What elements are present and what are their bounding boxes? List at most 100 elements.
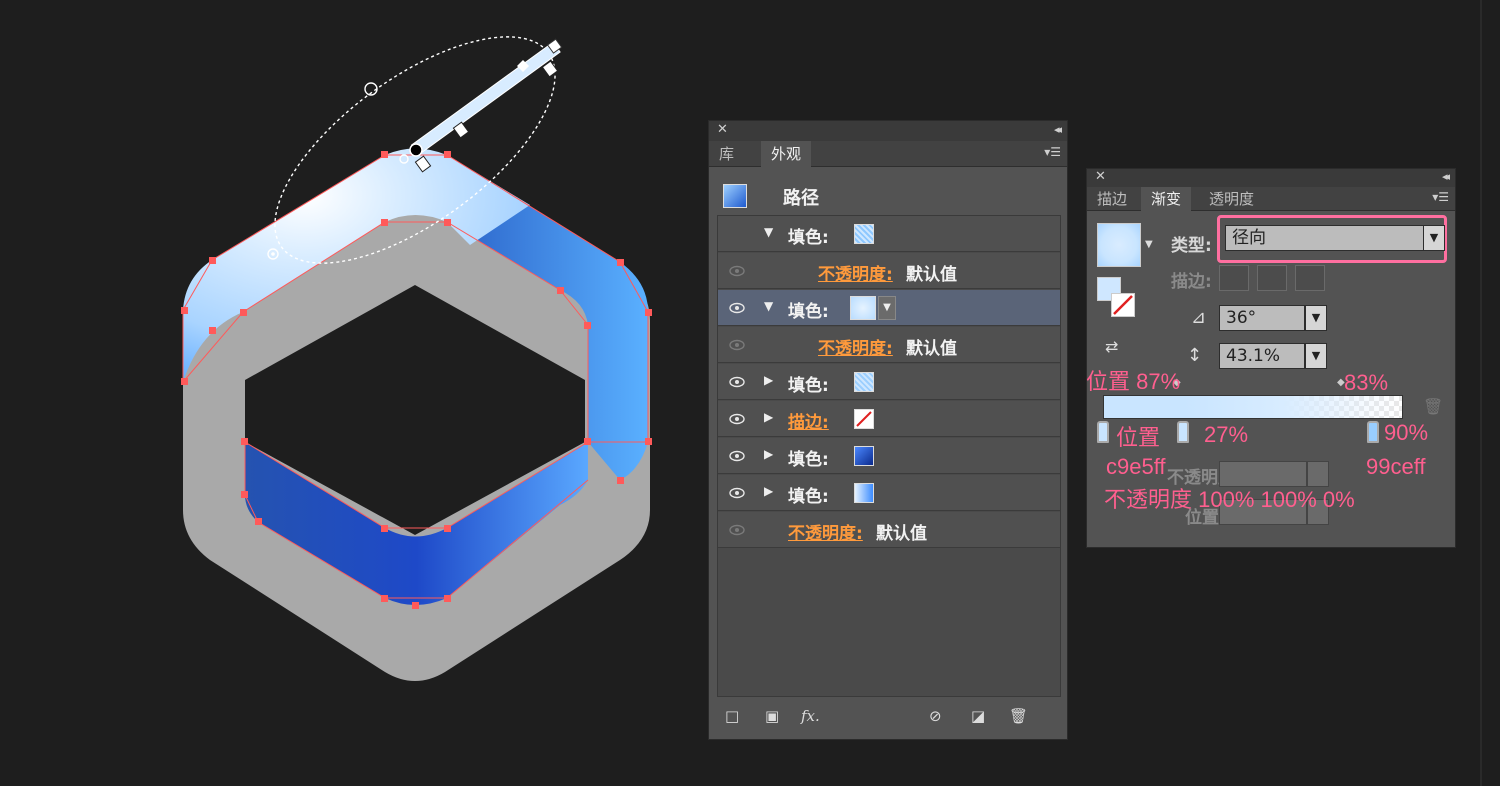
delete-stop-icon[interactable]: 🗑 [1423,397,1443,416]
fill-swatch[interactable] [850,296,876,320]
expand-triangle-icon[interactable]: ▶ [764,373,773,387]
angle-icon: ⊿ [1191,307,1207,328]
visibility-eye-icon[interactable] [728,410,746,428]
fill-dropdown-icon[interactable]: ▼ [878,296,896,320]
no-stroke-icon [1113,295,1133,315]
fill-swatch[interactable] [854,372,874,392]
stroke-none-swatch[interactable] [854,409,874,429]
gradient-stop-1[interactable] [1097,421,1109,443]
visibility-eye-icon[interactable] [728,484,746,502]
window-edge-divider [1480,0,1482,786]
visibility-eye-icon[interactable] [728,447,746,465]
reverse-gradient-icon[interactable]: ⇄ [1105,337,1118,356]
add-stroke-icon[interactable]: □ [725,707,739,725]
collapse-triangle-icon[interactable]: ▼ [764,225,773,239]
expand-triangle-icon[interactable]: ▶ [764,410,773,424]
fill-label: 填色: [788,487,829,507]
collapse-icon[interactable]: ◂◂ [1054,123,1062,136]
tab-gradient[interactable]: 渐变 [1141,187,1192,211]
tab-appearance[interactable]: 外观 [761,141,812,167]
angle-input[interactable]: 36° [1219,305,1305,331]
panel-titlebar[interactable]: ✕ ◂◂ [1087,169,1455,187]
annotation-color-99ceff: 99ceff [1366,454,1426,479]
artboard-canvas[interactable] [0,0,700,786]
preview-dropdown-icon[interactable]: ▼ [1145,239,1153,250]
opacity-label[interactable]: 不透明度: [788,519,863,544]
appearance-row-fill-4[interactable]: ▶ 填色: [718,438,1060,474]
stroke-apply-along-button[interactable] [1257,265,1287,291]
type-label: 类型: [1171,236,1212,256]
stroke-apply-within-button[interactable] [1219,265,1249,291]
appearance-row-opacity-3[interactable]: 不透明度: 默认值 [718,512,1060,548]
appearance-row-fill-3[interactable]: ▶ 填色: [718,364,1060,400]
type-select[interactable]: 径向 [1225,225,1425,251]
annotation-90-percent: 90% [1384,420,1429,445]
panel-tabs: 库 外观 ▾☰ [709,141,1067,167]
opacity-value: 默认值 [906,265,957,285]
gradient-slider[interactable] [1103,395,1403,419]
panel-menu-icon[interactable]: ▾☰ [1044,145,1061,159]
visibility-eye-icon[interactable] [728,336,746,354]
stroke-label: 描边: [1171,272,1212,292]
appearance-panel: ✕ ◂◂ 库 外观 ▾☰ 路径 ▼ 填色: 不透明度: 默认值 ▼ 填色: ▼ [708,120,1068,740]
trash-icon[interactable]: 🗑 [1009,707,1028,725]
panel-menu-icon[interactable]: ▾☰ [1432,190,1449,204]
panel-titlebar[interactable]: ✕ ◂◂ [709,121,1067,141]
visibility-eye-icon[interactable] [728,299,746,317]
opacity-label[interactable]: 不透明度: [818,260,893,285]
appearance-row-fill-5[interactable]: ▶ 填色: [718,475,1060,511]
close-icon[interactable]: ✕ [717,122,728,137]
annotation-opacity-values: 不透明度 100% 100% 0% [1104,487,1355,512]
visibility-eye-icon[interactable] [728,262,746,280]
type-dropdown-icon[interactable]: ▼ [1423,225,1445,251]
ellipse-aspect-dot [271,252,275,256]
fill-label: 填色: [788,450,829,470]
aspect-ratio-input[interactable]: 43.1% [1219,343,1305,369]
appearance-row-stroke[interactable]: ▶ 描边: [718,401,1060,437]
panel-tabs: 描边 渐变 透明度 ▾☰ [1087,187,1455,211]
tab-library[interactable]: 库 [709,141,744,167]
expand-triangle-icon[interactable]: ▶ [764,484,773,498]
gradient-stop-3[interactable] [1367,421,1379,443]
annotation-position-87: 位置 87% [1086,369,1181,394]
appearance-bottom-toolbar: □ ▣ fx. ⊘ ◪ 🗑 [709,697,1067,739]
fill-swatch[interactable] [854,224,874,244]
stroke-apply-across-button[interactable] [1295,265,1325,291]
tab-transparency[interactable]: 透明度 [1199,187,1264,211]
fx-icon[interactable]: fx. [801,707,820,725]
fill-label: 填色: [788,302,829,322]
annotation-color-c9e5ff: c9e5ff [1106,454,1166,479]
appearance-row-opacity-2[interactable]: 不透明度: 默认值 [718,327,1060,363]
fill-label: 填色: [788,376,829,396]
expand-triangle-icon[interactable]: ▶ [764,447,773,461]
add-fill-icon[interactable]: ▣ [765,707,779,725]
appearance-row-fill-1[interactable]: ▼ 填色: [718,216,1060,252]
tab-stroke[interactable]: 描边 [1087,187,1137,211]
annotation-27-percent: 27% [1204,422,1249,447]
collapse-icon[interactable]: ◂◂ [1442,170,1450,183]
appearance-list: ▼ 填色: 不透明度: 默认值 ▼ 填色: ▼ 不透明度: 默认值 ▶ 填色: … [717,215,1061,697]
annotation-position-label: 位置 [1116,425,1161,450]
stroke-label[interactable]: 描边: [788,408,829,433]
path-thumbnail-icon [723,184,747,208]
fill-swatch[interactable] [854,483,874,503]
opacity-label[interactable]: 不透明度: [818,334,893,359]
clear-icon[interactable]: ⊘ [929,707,942,725]
gradient-stop-2[interactable] [1177,421,1189,443]
visibility-eye-icon[interactable] [728,373,746,391]
fill-swatch[interactable] [854,446,874,466]
stroke-swatch-small[interactable] [1111,293,1135,317]
aspect-dropdown-icon[interactable]: ▼ [1305,343,1327,369]
gradient-origin-point[interactable] [409,143,423,157]
annotation-83-percent: 83% [1344,370,1389,395]
appearance-row-opacity-1[interactable]: 不透明度: 默认值 [718,253,1060,289]
appearance-row-fill-2[interactable]: ▼ 填色: ▼ [718,290,1060,326]
opacity-value: 默认值 [906,339,957,359]
visibility-eye-icon[interactable] [728,521,746,539]
path-header: 路径 [717,177,1061,215]
angle-dropdown-icon[interactable]: ▼ [1305,305,1327,331]
close-icon[interactable]: ✕ [1095,169,1106,184]
gradient-preview-swatch[interactable] [1097,223,1141,267]
collapse-triangle-icon[interactable]: ▼ [764,299,773,313]
duplicate-icon[interactable]: ◪ [971,707,985,725]
